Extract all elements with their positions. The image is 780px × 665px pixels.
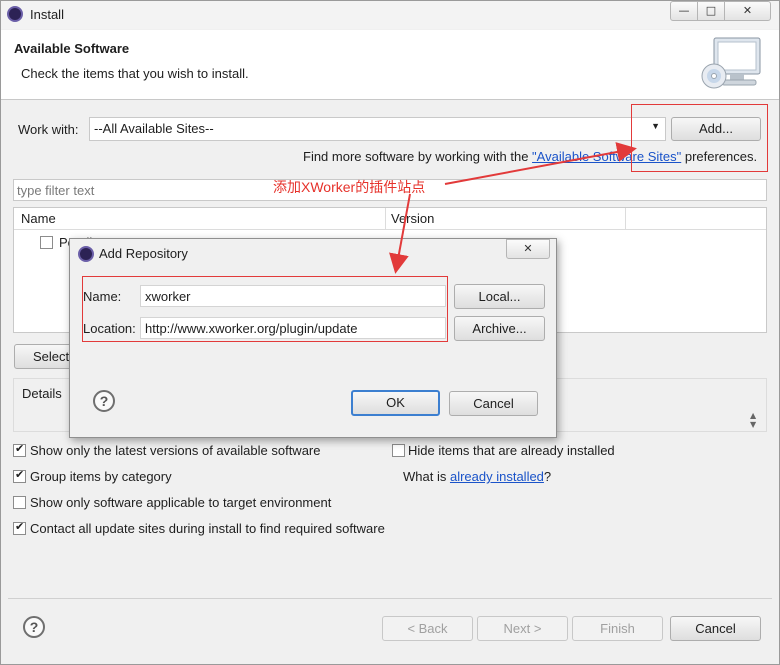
next-button[interactable]: Next > bbox=[477, 616, 568, 641]
row-checkbox[interactable] bbox=[40, 236, 53, 249]
page-title: Available Software bbox=[14, 41, 130, 56]
group-by-category-checkbox[interactable] bbox=[13, 468, 26, 483]
show-latest-checkbox[interactable] bbox=[13, 442, 26, 457]
what-is-suffix: ? bbox=[543, 469, 552, 484]
find-more-prefix: Find more software by working with the bbox=[303, 149, 533, 164]
add-button-highlight bbox=[631, 104, 768, 172]
ok-button[interactable]: OK bbox=[351, 390, 440, 416]
what-is-installed-text: What is already installed? bbox=[403, 469, 551, 484]
group-by-category-label[interactable]: Group items by category bbox=[30, 469, 172, 484]
tree-header: Name Version bbox=[14, 208, 766, 230]
what-is-prefix: What is bbox=[403, 469, 450, 484]
contact-all-checkbox[interactable] bbox=[13, 520, 26, 535]
monitor-cd-icon bbox=[701, 37, 761, 89]
minimize-button[interactable]: — bbox=[670, 1, 698, 21]
close-button[interactable]: ✕ bbox=[724, 1, 771, 21]
dialog-title: Add Repository bbox=[99, 246, 188, 261]
back-button[interactable]: < Back bbox=[382, 616, 473, 641]
details-label: Details bbox=[22, 386, 62, 401]
dialog-help-icon[interactable]: ? bbox=[93, 390, 115, 412]
details-scroll-arrows[interactable]: ▲ ▼ bbox=[750, 411, 756, 429]
work-with-label: Work with: bbox=[18, 122, 79, 137]
eclipse-icon bbox=[7, 6, 23, 22]
annotation-text: 添加XWorker的插件站点 bbox=[273, 179, 426, 195]
title-bar bbox=[1, 1, 779, 29]
help-icon[interactable]: ? bbox=[23, 616, 45, 638]
column-divider bbox=[385, 208, 386, 230]
column-divider bbox=[625, 208, 626, 230]
contact-all-label[interactable]: Contact all update sites during install … bbox=[30, 521, 385, 536]
work-with-combo[interactable]: --All Available Sites-- ▼ bbox=[89, 117, 666, 141]
repository-fields-highlight bbox=[82, 276, 448, 342]
show-applicable-label[interactable]: Show only software applicable to target … bbox=[30, 495, 331, 510]
hide-installed-label[interactable]: Hide items that are already installed bbox=[408, 443, 615, 458]
eclipse-icon bbox=[78, 246, 94, 262]
hide-installed-checkbox[interactable] bbox=[392, 444, 405, 457]
window-controls: — □ ✕ bbox=[670, 1, 774, 21]
cancel-button[interactable]: Cancel bbox=[670, 616, 761, 641]
page-subtitle: Check the items that you wish to install… bbox=[21, 66, 249, 81]
show-latest-label[interactable]: Show only the latest versions of availab… bbox=[30, 443, 321, 458]
dialog-close-button[interactable]: ✕ bbox=[506, 239, 550, 259]
column-version[interactable]: Version bbox=[391, 211, 434, 226]
column-name[interactable]: Name bbox=[21, 211, 56, 226]
show-applicable-checkbox[interactable] bbox=[13, 496, 26, 509]
archive-button[interactable]: Archive... bbox=[454, 316, 545, 341]
work-with-selected: --All Available Sites-- bbox=[94, 121, 214, 136]
footer-divider bbox=[8, 598, 772, 599]
local-button[interactable]: Local... bbox=[454, 284, 545, 309]
dialog-cancel-button[interactable]: Cancel bbox=[449, 391, 538, 416]
maximize-button[interactable]: □ bbox=[697, 1, 725, 21]
already-installed-link[interactable]: already installed bbox=[450, 469, 544, 484]
finish-button[interactable]: Finish bbox=[572, 616, 663, 641]
window-title: Install bbox=[30, 7, 64, 22]
